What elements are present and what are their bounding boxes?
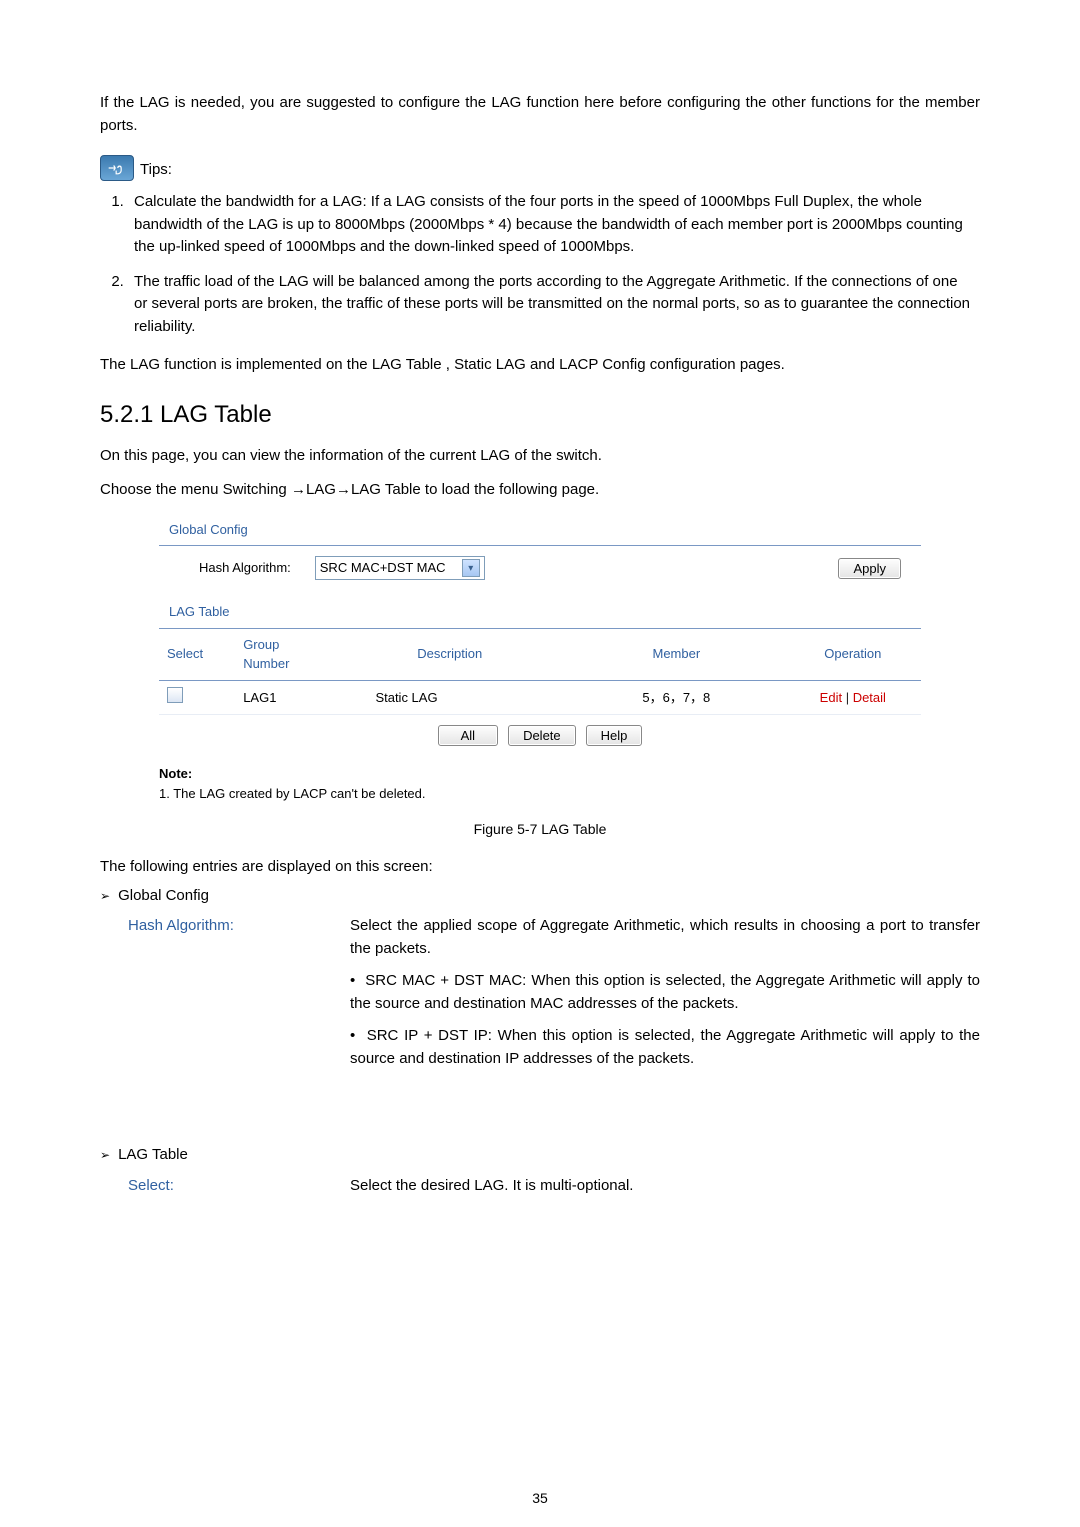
tip-1-text: Calculate the bandwidth for a LAG: If a … (134, 193, 963, 255)
row-detail-link[interactable]: Detail (853, 690, 886, 705)
col-operation: Operation (824, 646, 881, 661)
table-row: LAG1 Static LAG 5，6，7，8 Edit | Detail (159, 680, 921, 715)
lag-table-section-title: LAG Table (159, 596, 921, 629)
help-button[interactable]: Help (586, 725, 643, 746)
on-this-page-paragraph: On this page, you can view the informati… (100, 445, 980, 468)
tips-ordered-list: Calculate the bandwidth for a LAG: If a … (100, 187, 980, 342)
note-body: 1. The LAG created by LACP can't be dele… (159, 784, 921, 804)
hash-algorithm-value: SRC MAC+DST MAC (320, 558, 446, 578)
lag-table-label: LAG Table (118, 1144, 188, 1167)
tips-label: Tips: (140, 159, 172, 182)
hash-term: Hash Algorithm: (100, 915, 350, 938)
hash-algorithm-row: Hash Algorithm: SRC MAC+DST MAC ▾ Apply (159, 546, 921, 596)
section-heading: 5.2.1 LAG Table (100, 397, 980, 433)
row-description: Static LAG (375, 690, 437, 705)
config-panel: Global Config Hash Algorithm: SRC MAC+DS… (159, 514, 921, 804)
hash-algorithm-select[interactable]: SRC MAC+DST MAC ▾ (315, 556, 485, 580)
lag-impl-paragraph: The LAG function is implemented on the L… (100, 354, 980, 377)
hash-algorithm-label: Hash Algorithm: (199, 558, 291, 578)
row-group: LAG1 (243, 690, 276, 705)
tip-2-text: The traffic load of the LAG will be bala… (134, 273, 970, 335)
tips-heading-row: Tips: (100, 155, 980, 181)
arrow-icon: ➢ (100, 887, 110, 905)
intro-paragraph: If the LAG is needed, you are suggested … (100, 92, 980, 137)
col-select: Select (167, 646, 203, 661)
col-description: Description (417, 646, 482, 661)
row-member: 5，6，7，8 (642, 690, 710, 705)
delete-button[interactable]: Delete (508, 725, 576, 746)
chevron-down-icon: ▾ (462, 559, 480, 577)
hash-bullet-2: SRC IP + DST IP: When this option is sel… (350, 1027, 980, 1067)
tips-hand-icon (100, 155, 134, 181)
definition-select: Select: Select the desired LAG. It is mu… (100, 1175, 980, 1198)
global-config-bullet: ➢ Global Config (100, 885, 980, 908)
following-entries-paragraph: The following entries are displayed on t… (100, 856, 980, 879)
lag-table: Select Group Number Description Member O… (159, 629, 921, 716)
col-group: Group Number (243, 637, 289, 672)
note-title: Note: (159, 764, 921, 784)
select-body: Select the desired LAG. It is multi-opti… (350, 1175, 980, 1198)
definition-hash: Hash Algorithm: Select the applied scope… (100, 915, 980, 1070)
select-term: Select: (100, 1175, 350, 1198)
page-number: 35 (0, 1488, 1080, 1509)
all-button[interactable]: All (438, 725, 498, 746)
global-config-label: Global Config (118, 885, 209, 908)
page-root: If the LAG is needed, you are suggested … (0, 0, 1080, 1527)
table-button-row: All Delete Help (159, 715, 921, 752)
arrow-icon: ➢ (100, 1146, 110, 1164)
global-config-section-title: Global Config (159, 514, 921, 547)
row-edit-link[interactable]: Edit (820, 690, 842, 705)
row-select-checkbox[interactable] (167, 687, 183, 703)
note-block: Note: 1. The LAG created by LACP can't b… (159, 764, 921, 803)
apply-button[interactable]: Apply (838, 558, 901, 579)
choose-menu-paragraph: Choose the menu Switching →LAG→LAG Table… (100, 479, 980, 502)
lag-table-bullet: ➢ LAG Table (100, 1144, 980, 1167)
figure-caption: Figure 5-7 LAG Table (100, 819, 980, 840)
hash-bullet-1: SRC MAC + DST MAC: When this option is s… (350, 972, 980, 1012)
col-member: Member (652, 646, 700, 661)
hash-body: Select the applied scope of Aggregate Ar… (350, 915, 980, 960)
